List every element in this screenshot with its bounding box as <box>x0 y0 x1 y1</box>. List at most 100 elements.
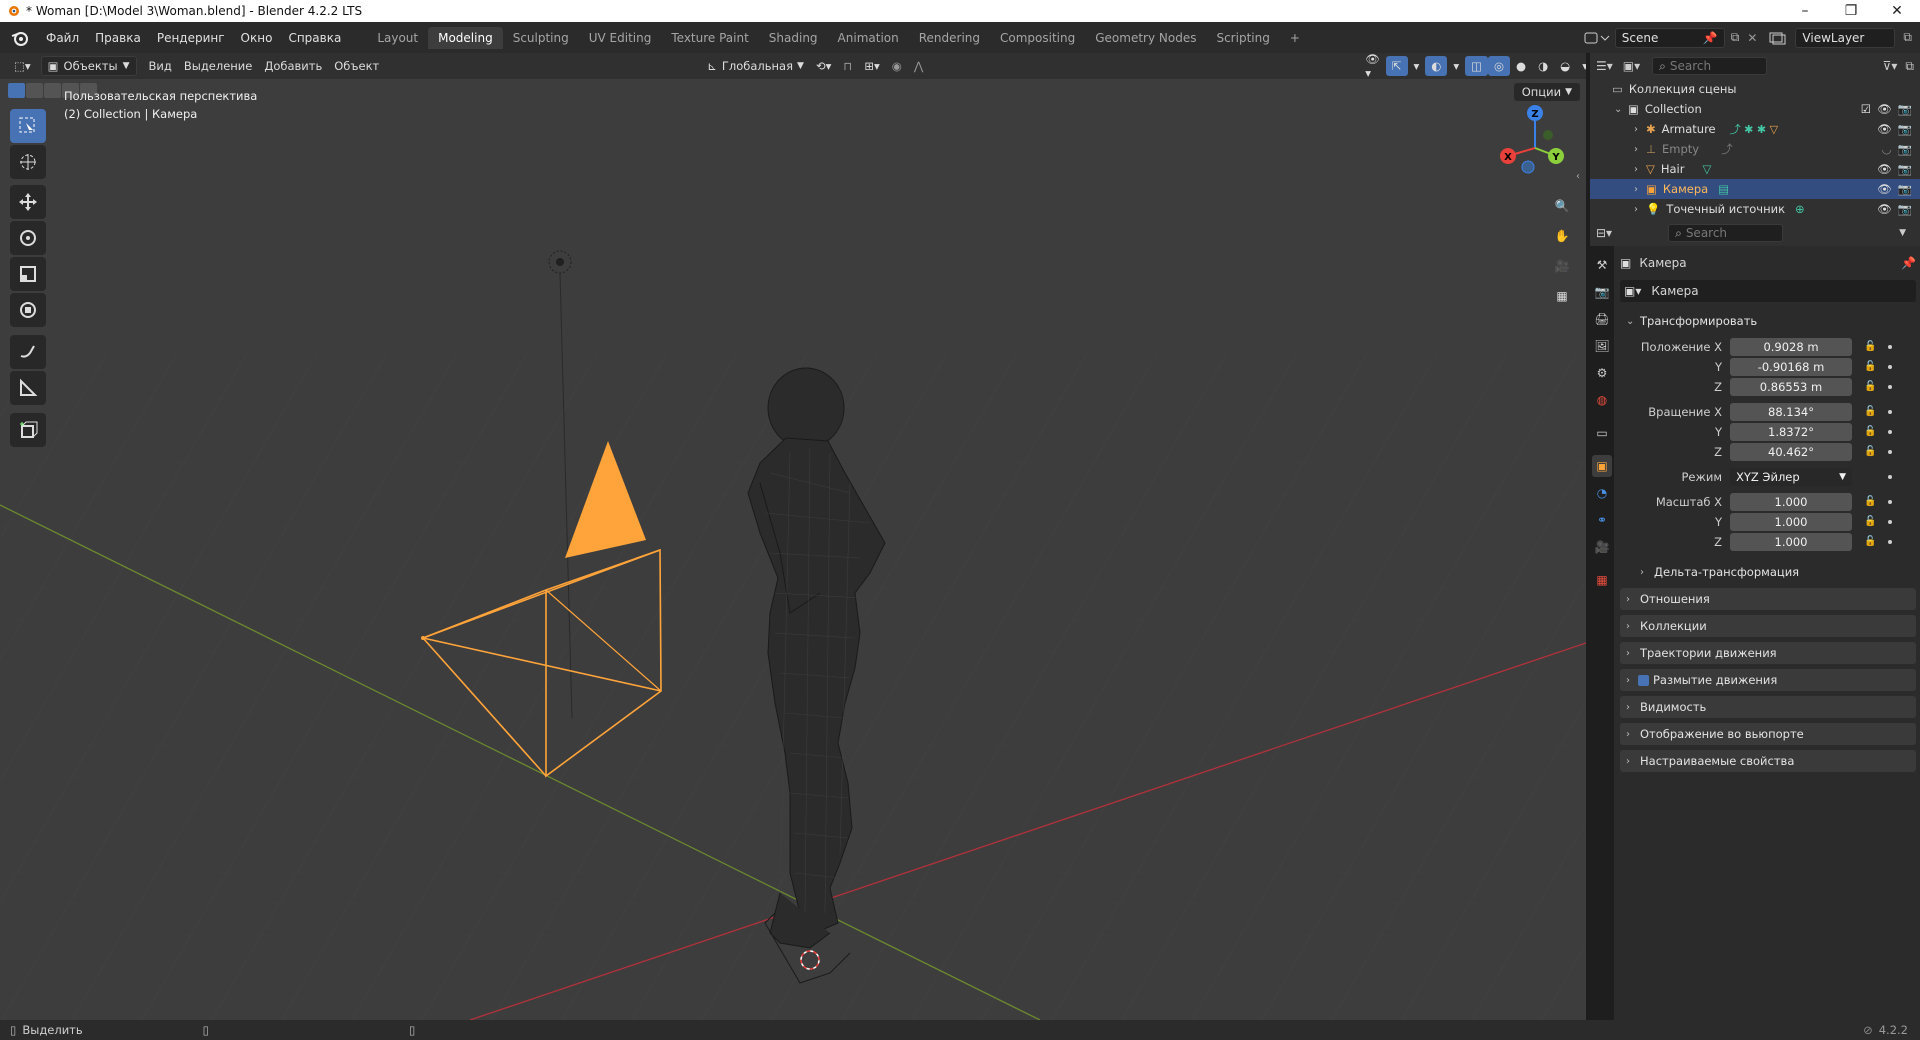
scene-tab-icon[interactable]: ⚙ <box>1592 362 1612 384</box>
tab-sculpting[interactable]: Sculpting <box>503 27 579 49</box>
select-subtract-icon[interactable] <box>44 83 61 98</box>
viewport-scene[interactable] <box>0 53 1586 1020</box>
proportional-edit-icon[interactable]: ◉ <box>886 56 908 76</box>
panel-visibility[interactable]: › Видимость <box>1620 696 1916 718</box>
outliner-item-camera[interactable]: › ▣ Камера ▤ 👁 📷 <box>1590 179 1920 199</box>
menu-window[interactable]: Окно <box>233 31 281 45</box>
camera-render-icon[interactable]: 📷 <box>1898 182 1912 196</box>
lock-icon[interactable]: 🔓 <box>1864 516 1876 527</box>
annotate-tool-icon[interactable] <box>10 335 46 369</box>
outliner-item-empty[interactable]: › ⊥ Empty ⤴ ◡ 📷 <box>1590 139 1920 159</box>
chevron-down-icon[interactable]: ▼ <box>1899 228 1906 238</box>
scale-x-field[interactable]: 1.000 <box>1730 492 1852 511</box>
outliner-editor-icon[interactable]: ☰▾ <box>1596 59 1613 73</box>
camera-render-icon[interactable]: 📷 <box>1898 142 1912 156</box>
tab-modeling[interactable]: Modeling <box>428 26 503 49</box>
move-tool-icon[interactable] <box>10 185 46 219</box>
panel-relations[interactable]: › Отношения <box>1620 588 1916 610</box>
transform-orientation-dropdown[interactable]: ⊾ Глобальная ▼ <box>701 56 810 76</box>
eye-icon[interactable]: 👁 <box>1877 122 1892 136</box>
keyframe-dot-icon[interactable] <box>1888 499 1892 504</box>
3d-viewport[interactable]: ⬚▾ ▣ Объекты ▼ Вид Выделение Добавить Об… <box>0 53 1586 1020</box>
tab-texture-paint[interactable]: Texture Paint <box>661 27 758 49</box>
overlay-dropdown-icon[interactable]: ▾ <box>1447 56 1465 76</box>
snap-target-icon[interactable]: ⊞▾ <box>858 56 885 76</box>
tab-layout[interactable]: Layout <box>367 27 428 49</box>
panel-collections[interactable]: › Коллекции <box>1620 615 1916 637</box>
collection-tab-icon[interactable]: ▭ <box>1592 422 1612 444</box>
lock-icon[interactable]: 🔓 <box>1864 496 1876 507</box>
menu-render[interactable]: Рендеринг <box>149 31 233 45</box>
rotation-z-field[interactable]: 40.462° <box>1730 442 1852 461</box>
tab-compositing[interactable]: Compositing <box>990 27 1085 49</box>
keyframe-dot-icon[interactable] <box>1888 409 1892 414</box>
expand-chevron-icon[interactable]: › <box>1634 124 1644 135</box>
shading-dropdown-icon[interactable]: ▾ <box>1576 56 1586 76</box>
rotate-tool-icon[interactable] <box>10 221 46 255</box>
solid-shading-icon[interactable]: ● <box>1510 56 1532 76</box>
rotation-x-field[interactable]: 88.134° <box>1730 402 1852 421</box>
eye-icon[interactable]: 👁 <box>1877 162 1892 176</box>
lock-icon[interactable]: 🔓 <box>1864 361 1876 372</box>
scale-tool-icon[interactable] <box>10 257 46 291</box>
expand-chevron-icon[interactable]: › <box>1634 204 1644 215</box>
keyframe-dot-icon[interactable] <box>1888 539 1892 544</box>
editor-type-icon[interactable]: ⬚▾ <box>8 56 37 76</box>
navigation-gizmo[interactable]: Z X Y <box>1490 103 1580 193</box>
rotation-y-field[interactable]: 1.8372° <box>1730 422 1852 441</box>
visibility-icon[interactable]: 👁▾ <box>1359 53 1386 80</box>
data-tab-icon[interactable]: 🎥 <box>1592 536 1612 558</box>
world-tab-icon[interactable]: ◍ <box>1592 389 1612 411</box>
expand-chevron-icon[interactable]: › <box>1634 144 1644 155</box>
options-dropdown[interactable]: Опции ▼ <box>1513 83 1580 101</box>
new-scene-icon[interactable]: ⧉ <box>1731 30 1740 45</box>
scale-z-field[interactable]: 1.000 <box>1730 532 1852 551</box>
keyframe-dot-icon[interactable] <box>1888 519 1892 524</box>
keyframe-dot-icon[interactable] <box>1888 429 1892 434</box>
scale-y-field[interactable]: 1.000 <box>1730 512 1852 531</box>
expand-chevron-icon[interactable]: › <box>1634 164 1644 175</box>
keyframe-dot-icon[interactable] <box>1888 474 1892 479</box>
properties-search[interactable]: ⌕ Search <box>1668 224 1784 242</box>
ortho-grid-icon[interactable]: ▦ <box>1549 283 1575 309</box>
view-layer-tab-icon[interactable]: 🖼 <box>1592 335 1612 357</box>
tab-rendering[interactable]: Rendering <box>909 27 990 49</box>
render-tab-icon[interactable]: 📷 <box>1592 281 1612 303</box>
constraints-tab-icon[interactable]: ⚭ <box>1592 509 1612 531</box>
gizmo-toggle-icon[interactable]: ⇱ <box>1385 56 1408 76</box>
eye-icon[interactable]: 👁 <box>1877 102 1892 116</box>
zoom-icon[interactable]: 🔍 <box>1549 193 1575 219</box>
tab-scripting[interactable]: Scripting <box>1206 27 1279 49</box>
hidden-eye-icon[interactable]: ◡ <box>1882 142 1892 156</box>
camera-view-icon[interactable]: 🎥 <box>1549 253 1575 279</box>
location-y-field[interactable]: -0.90168 m <box>1730 357 1852 376</box>
menu-object[interactable]: Объект <box>328 56 385 76</box>
object-name-field[interactable]: ▣▾ Камера <box>1620 280 1916 302</box>
add-workspace-button[interactable]: + <box>1280 27 1310 49</box>
tab-shading[interactable]: Shading <box>759 27 828 49</box>
outliner-item-armature[interactable]: › ✱ Armature ⤴ ✱ ✱ ▽ 👁 📷 <box>1590 119 1920 139</box>
measure-tool-icon[interactable] <box>10 371 46 405</box>
outliner-search[interactable]: ⌕ Search <box>1652 57 1768 75</box>
keyframe-dot-icon[interactable] <box>1888 449 1892 454</box>
panel-viewport-display[interactable]: › Отображение во вьюпорте <box>1620 723 1916 745</box>
texture-tab-icon[interactable]: ▦ <box>1592 569 1612 591</box>
camera-render-icon[interactable]: 📷 <box>1898 102 1912 116</box>
keyframe-dot-icon[interactable] <box>1888 384 1892 389</box>
camera-render-icon[interactable]: 📷 <box>1898 162 1912 176</box>
panel-motion-paths[interactable]: › Траектории движения <box>1620 642 1916 664</box>
scene-field[interactable]: Scene 📌 <box>1614 27 1725 48</box>
location-x-field[interactable]: 0.9028 m <box>1730 337 1852 356</box>
physics-tab-icon[interactable]: ◔ <box>1592 482 1612 504</box>
material-shading-icon[interactable]: ◑ <box>1532 56 1554 76</box>
xray-icon[interactable]: ◫ <box>1465 56 1488 76</box>
menu-view[interactable]: Вид <box>143 56 178 76</box>
eye-icon[interactable]: 👁 <box>1877 202 1892 216</box>
add-cube-tool-icon[interactable] <box>10 413 46 447</box>
blender-menu-icon[interactable] <box>10 28 30 48</box>
tab-animation[interactable]: Animation <box>828 27 909 49</box>
lock-icon[interactable]: 🔓 <box>1864 406 1876 417</box>
lock-icon[interactable]: 🔓 <box>1864 341 1876 352</box>
close-button[interactable]: ✕ <box>1874 0 1920 22</box>
menu-file[interactable]: Файл <box>38 31 87 45</box>
